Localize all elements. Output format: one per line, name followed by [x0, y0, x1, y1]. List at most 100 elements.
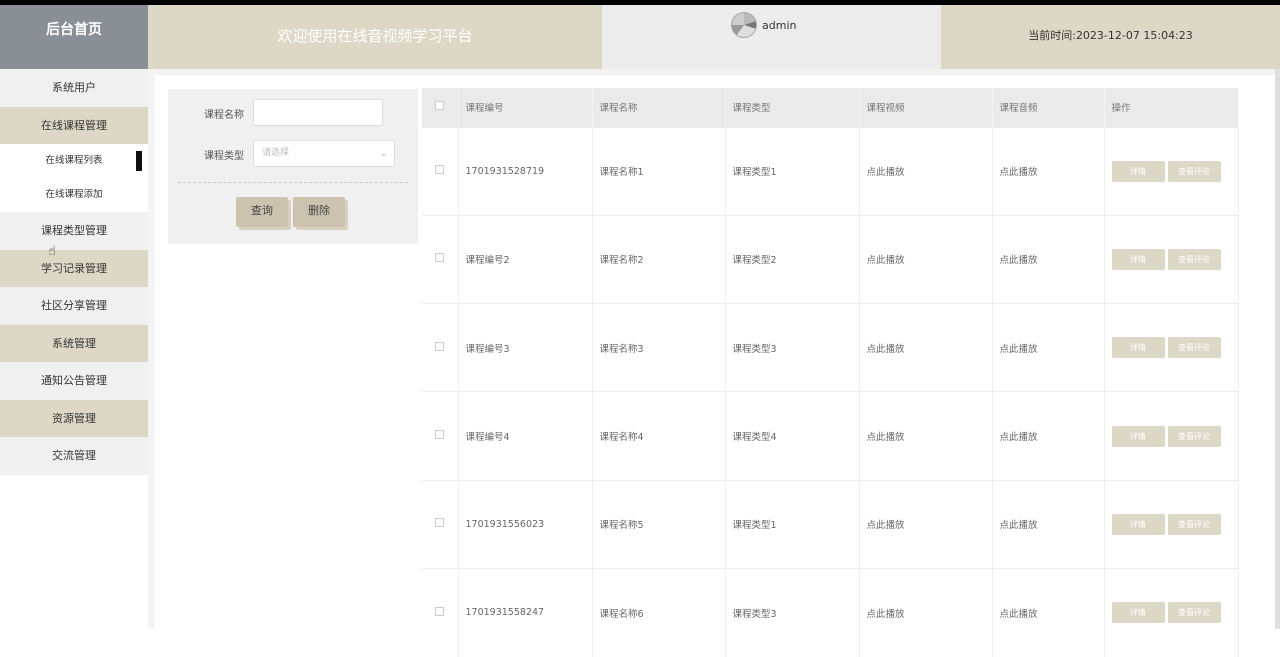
cell-audio-link[interactable]: 点此播放: [992, 391, 1105, 481]
cell-actions: 详情 查看评论: [1104, 303, 1239, 392]
cell-audio-link[interactable]: 点此播放: [992, 479, 1105, 569]
view-comments-button[interactable]: 查看评论: [1167, 248, 1221, 270]
course-table: 课程编号 课程名称 课程类型 课程视频 课程音频 操作 170193152871…: [422, 88, 1239, 657]
cell-type: 课程类型3: [725, 567, 860, 657]
chevron-down-icon: ⌄: [379, 148, 388, 159]
cell-audio-link[interactable]: 点此播放: [992, 567, 1105, 657]
select-all-cell: [422, 88, 459, 127]
cell-audio-link[interactable]: 点此播放: [992, 126, 1105, 216]
query-button[interactable]: 查询: [236, 197, 288, 227]
table-row: 课程编号2 课程名称2 课程类型2 点此播放 点此播放 详情 查看评论: [422, 214, 1239, 304]
cell-code: 1701931558247: [458, 567, 593, 657]
row-select-cell: [422, 303, 459, 392]
header: 后台首页 欢迎使用在线音视频学习平台 admin 当前时间:2023-12-07…: [0, 5, 1280, 69]
current-time: 当前时间:2023-12-07 15:04:23: [941, 5, 1280, 69]
cell-code: 1701931556023: [458, 479, 593, 569]
row-select-cell: [422, 214, 459, 304]
row-select-cell: [422, 567, 459, 657]
col-header-code: 课程编号: [458, 88, 593, 127]
cell-video-link[interactable]: 点此播放: [859, 479, 993, 569]
row-checkbox[interactable]: [435, 518, 445, 528]
time-label: 当前时间:: [1028, 29, 1076, 42]
row-checkbox[interactable]: [435, 165, 445, 175]
view-comments-button[interactable]: 查看评论: [1167, 160, 1221, 182]
sidebar-item-system-mgmt[interactable]: 系统管理: [0, 324, 148, 362]
col-header-name: 课程名称: [592, 88, 726, 127]
view-comments-button[interactable]: 查看评论: [1167, 337, 1221, 359]
cell-video-link[interactable]: 点此播放: [859, 567, 993, 657]
row-checkbox[interactable]: [435, 430, 445, 440]
cell-name: 课程名称4: [592, 391, 726, 481]
sidebar-sub-course-add[interactable]: 在线课程添加: [0, 178, 148, 212]
sidebar-item-course-type-mgmt[interactable]: 课程类型管理: [0, 212, 148, 250]
detail-button[interactable]: 详情: [1111, 425, 1165, 447]
detail-button[interactable]: 详情: [1111, 602, 1165, 624]
view-comments-button[interactable]: 查看评论: [1167, 602, 1221, 624]
username[interactable]: admin: [762, 19, 796, 32]
cell-type: 课程类型4: [725, 391, 860, 481]
sidebar-item-system-users[interactable]: 系统用户: [0, 69, 148, 107]
avatar[interactable]: [731, 12, 757, 38]
view-comments-button[interactable]: 查看评论: [1167, 513, 1221, 535]
search-panel: 课程名称 课程类型 请选择 ⌄ 查询 删除: [168, 89, 418, 244]
cell-name: 课程名称1: [592, 126, 726, 216]
sidebar-item-exchange-mgmt[interactable]: 交流管理: [0, 437, 148, 475]
detail-button[interactable]: 详情: [1111, 160, 1165, 182]
cell-type: 课程类型3: [725, 303, 860, 392]
select-all-checkbox[interactable]: [435, 101, 445, 111]
user-panel: admin: [602, 5, 941, 69]
cell-video-link[interactable]: 点此播放: [859, 126, 993, 216]
course-type-placeholder: 请选择: [262, 148, 290, 158]
table-row: 课程编号4 课程名称4 课程类型4 点此播放 点此播放 详情 查看评论: [422, 391, 1239, 481]
cell-actions: 详情 查看评论: [1104, 567, 1239, 657]
cell-actions: 详情 查看评论: [1104, 391, 1239, 481]
cell-code: 课程编号4: [458, 391, 593, 481]
cell-video-link[interactable]: 点此播放: [859, 303, 993, 392]
table-row: 课程编号3 课程名称3 课程类型3 点此播放 点此播放 详情 查看评论: [422, 303, 1239, 392]
row-checkbox[interactable]: [435, 253, 445, 263]
table-row: 1701931558247 课程名称6 课程类型3 点此播放 点此播放 详情 查看…: [422, 567, 1239, 657]
cell-name: 课程名称5: [592, 479, 726, 569]
table-row: 1701931528719 课程名称1 课程类型1 点此播放 点此播放 详情 查看…: [422, 126, 1239, 216]
view-comments-button[interactable]: 查看评论: [1167, 425, 1221, 447]
cell-name: 课程名称6: [592, 567, 726, 657]
sidebar-item-online-course-mgmt[interactable]: 在线课程管理: [0, 106, 148, 144]
course-name-input[interactable]: [253, 99, 383, 126]
scrollbar[interactable]: [1275, 69, 1280, 629]
cell-audio-link[interactable]: 点此播放: [992, 303, 1105, 392]
detail-button[interactable]: 详情: [1111, 248, 1165, 270]
sidebar-item-community-share-mgmt[interactable]: 社区分享管理: [0, 287, 148, 325]
row-checkbox[interactable]: [435, 341, 445, 351]
cell-video-link[interactable]: 点此播放: [859, 214, 993, 304]
site-title: 欢迎使用在线音视频学习平台: [148, 5, 602, 69]
sidebar-item-notice-mgmt[interactable]: 通知公告管理: [0, 362, 148, 400]
delete-button[interactable]: 删除: [293, 197, 345, 227]
detail-button[interactable]: 详情: [1111, 513, 1165, 535]
sidebar-item-study-record-mgmt[interactable]: 学习记录管理: [0, 249, 148, 287]
sidebar: 系统用户 在线课程管理 在线课程列表 在线课程添加 课程类型管理 学习记录管理 …: [0, 69, 148, 629]
cell-video-link[interactable]: 点此播放: [859, 391, 993, 481]
divider: [178, 182, 408, 183]
cell-type: 课程类型1: [725, 126, 860, 216]
sidebar-item-resource-mgmt[interactable]: 资源管理: [0, 399, 148, 437]
row-checkbox[interactable]: [435, 606, 445, 616]
col-header-video: 课程视频: [859, 88, 993, 127]
cell-type: 课程类型1: [725, 479, 860, 569]
course-type-select[interactable]: 请选择 ⌄: [253, 140, 395, 167]
home-link[interactable]: 后台首页: [0, 5, 148, 69]
course-name-label: 课程名称: [204, 110, 244, 121]
table-header-row: 课程编号 课程名称 课程类型 课程视频 课程音频 操作: [422, 88, 1239, 127]
cell-actions: 详情 查看评论: [1104, 479, 1239, 569]
detail-button[interactable]: 详情: [1111, 337, 1165, 359]
sidebar-sub-label: 在线课程列表: [45, 155, 103, 166]
cell-audio-link[interactable]: 点此播放: [992, 214, 1105, 304]
col-header-actions: 操作: [1104, 88, 1239, 127]
cell-actions: 详情 查看评论: [1104, 126, 1239, 216]
cell-type: 课程类型2: [725, 214, 860, 304]
cell-code: 课程编号2: [458, 214, 593, 304]
time-value: 2023-12-07 15:04:23: [1075, 29, 1193, 42]
active-marker: [136, 151, 142, 171]
cell-code: 课程编号3: [458, 303, 593, 392]
sidebar-sub-course-list[interactable]: 在线课程列表: [0, 144, 148, 178]
sidebar-divider: [148, 69, 155, 629]
